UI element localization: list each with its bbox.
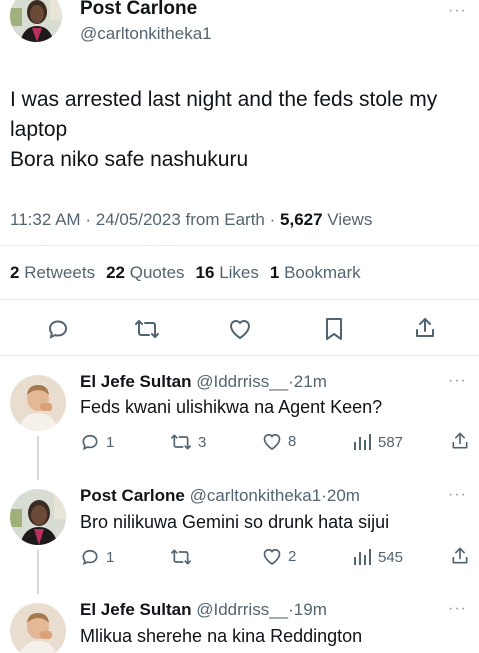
more-icon[interactable]: ··· [448,486,467,504]
reply-display-name[interactable]: Post Carlone [80,486,185,505]
avatar-image [10,603,66,653]
avatar-image [10,489,66,545]
tweet-text-line-3: Bora niko safe nashukuru [10,148,249,171]
tweet-meta: 11:32 AM · 24/05/2023 from Earth · 5,627… [10,210,372,230]
divider [0,299,479,300]
reply-header: El Jefe Sultan @Iddrriss__·19m [80,600,327,620]
bookmark-button[interactable] [323,317,345,346]
like-button[interactable]: 2 [262,547,296,566]
reply-time[interactable]: ·21m [288,372,327,391]
retweets-stat[interactable]: 2 Retweets [10,263,95,283]
share-button[interactable] [450,431,470,456]
reply-text: Feds kwani ulishikwa na Agent Keen? [80,397,383,417]
reply-text: Mlikua sherehe na kina Reddington [80,626,363,646]
avatar[interactable] [10,489,66,545]
views-label: Views [327,210,373,229]
like-icon [263,549,281,565]
views-icon [354,549,371,565]
avatar[interactable] [10,603,66,653]
more-icon[interactable]: ··· [448,600,467,618]
retweet-icon [135,320,159,338]
avatar[interactable] [10,0,62,42]
tweet-text-line-1: I was arrested last night and the feds s… [10,88,438,111]
share-icon [416,318,434,337]
retweet-icon [170,434,191,450]
reply-icon [82,434,98,451]
tweet-time[interactable]: 11:32 AM [10,210,81,229]
more-icon[interactable]: ··· [448,2,467,20]
retweet-icon [170,549,191,565]
retweet-button[interactable] [134,317,160,346]
reply-display-name[interactable]: El Jefe Sultan [80,372,191,391]
views-button[interactable]: 545 [352,547,403,567]
tweet-text-line-2: laptop [10,118,68,141]
bookmark-icon [326,318,342,340]
reply-handle[interactable]: @Iddrriss__ [196,372,288,391]
views-icon [354,434,371,450]
likes-stat[interactable]: 16 Likes [196,263,259,283]
thread-line [37,436,39,480]
meta-separator: · [85,210,96,229]
share-icon [452,432,468,449]
reply-count: 1 [106,433,115,451]
reply-header: Post Carlone @carltonkitheka1·20m [80,486,360,506]
tweet-date[interactable]: 24/05/2023 [96,210,181,229]
reply-count: 1 [106,548,115,566]
avatar-image [10,0,62,42]
reply-button[interactable]: 1 [80,547,114,567]
retweet-button[interactable] [170,547,198,567]
retweet-count: 3 [198,433,207,451]
meta-separator: · [269,210,281,229]
divider [0,355,479,356]
views-count: 545 [378,548,404,566]
like-count: 8 [288,433,297,450]
views-button[interactable]: 587 [352,432,403,452]
views-count: 587 [378,433,404,451]
bookmarks-stat[interactable]: 1 Bookmark [270,263,361,283]
author-handle[interactable]: @carltonkitheka1 [80,24,212,44]
reply-button[interactable] [46,317,70,346]
avatar[interactable] [10,375,66,431]
share-icon [452,547,468,564]
share-button[interactable] [450,546,470,571]
reply-header: El Jefe Sultan @Iddrriss__·21m [80,372,327,392]
like-count: 2 [288,548,297,565]
like-icon [229,320,251,340]
share-button[interactable] [413,316,437,345]
more-icon[interactable]: ··· [448,372,467,390]
reply-time[interactable]: ·19m [288,600,327,619]
reply-icon [48,320,68,339]
tweet-source: from Earth [185,210,265,229]
like-icon [263,434,281,450]
reply-text: Bro nilikuwa Gemini so drunk hata sijui [80,512,390,532]
reply-handle[interactable]: @Iddrriss__ [196,600,288,619]
thread-line [37,550,39,594]
engagement-stats: 2 Retweets 22 Quotes 16 Likes 1 Bookmark [10,263,361,283]
divider [0,245,479,246]
like-button[interactable] [228,318,252,345]
like-button[interactable]: 8 [262,432,296,451]
reply-handle[interactable]: @carltonkitheka1 [190,486,322,505]
views-count: 5,627 [280,210,323,229]
reply-time[interactable]: ·20m [321,486,360,505]
reply-display-name[interactable]: El Jefe Sultan [80,600,191,619]
author-display-name[interactable]: Post Carlone [80,0,197,20]
quotes-stat[interactable]: 22 Quotes [106,263,184,283]
reply-icon [82,549,98,566]
avatar-image [10,375,66,431]
reply-button[interactable]: 1 [80,432,114,452]
retweet-button[interactable]: 3 [170,432,206,452]
